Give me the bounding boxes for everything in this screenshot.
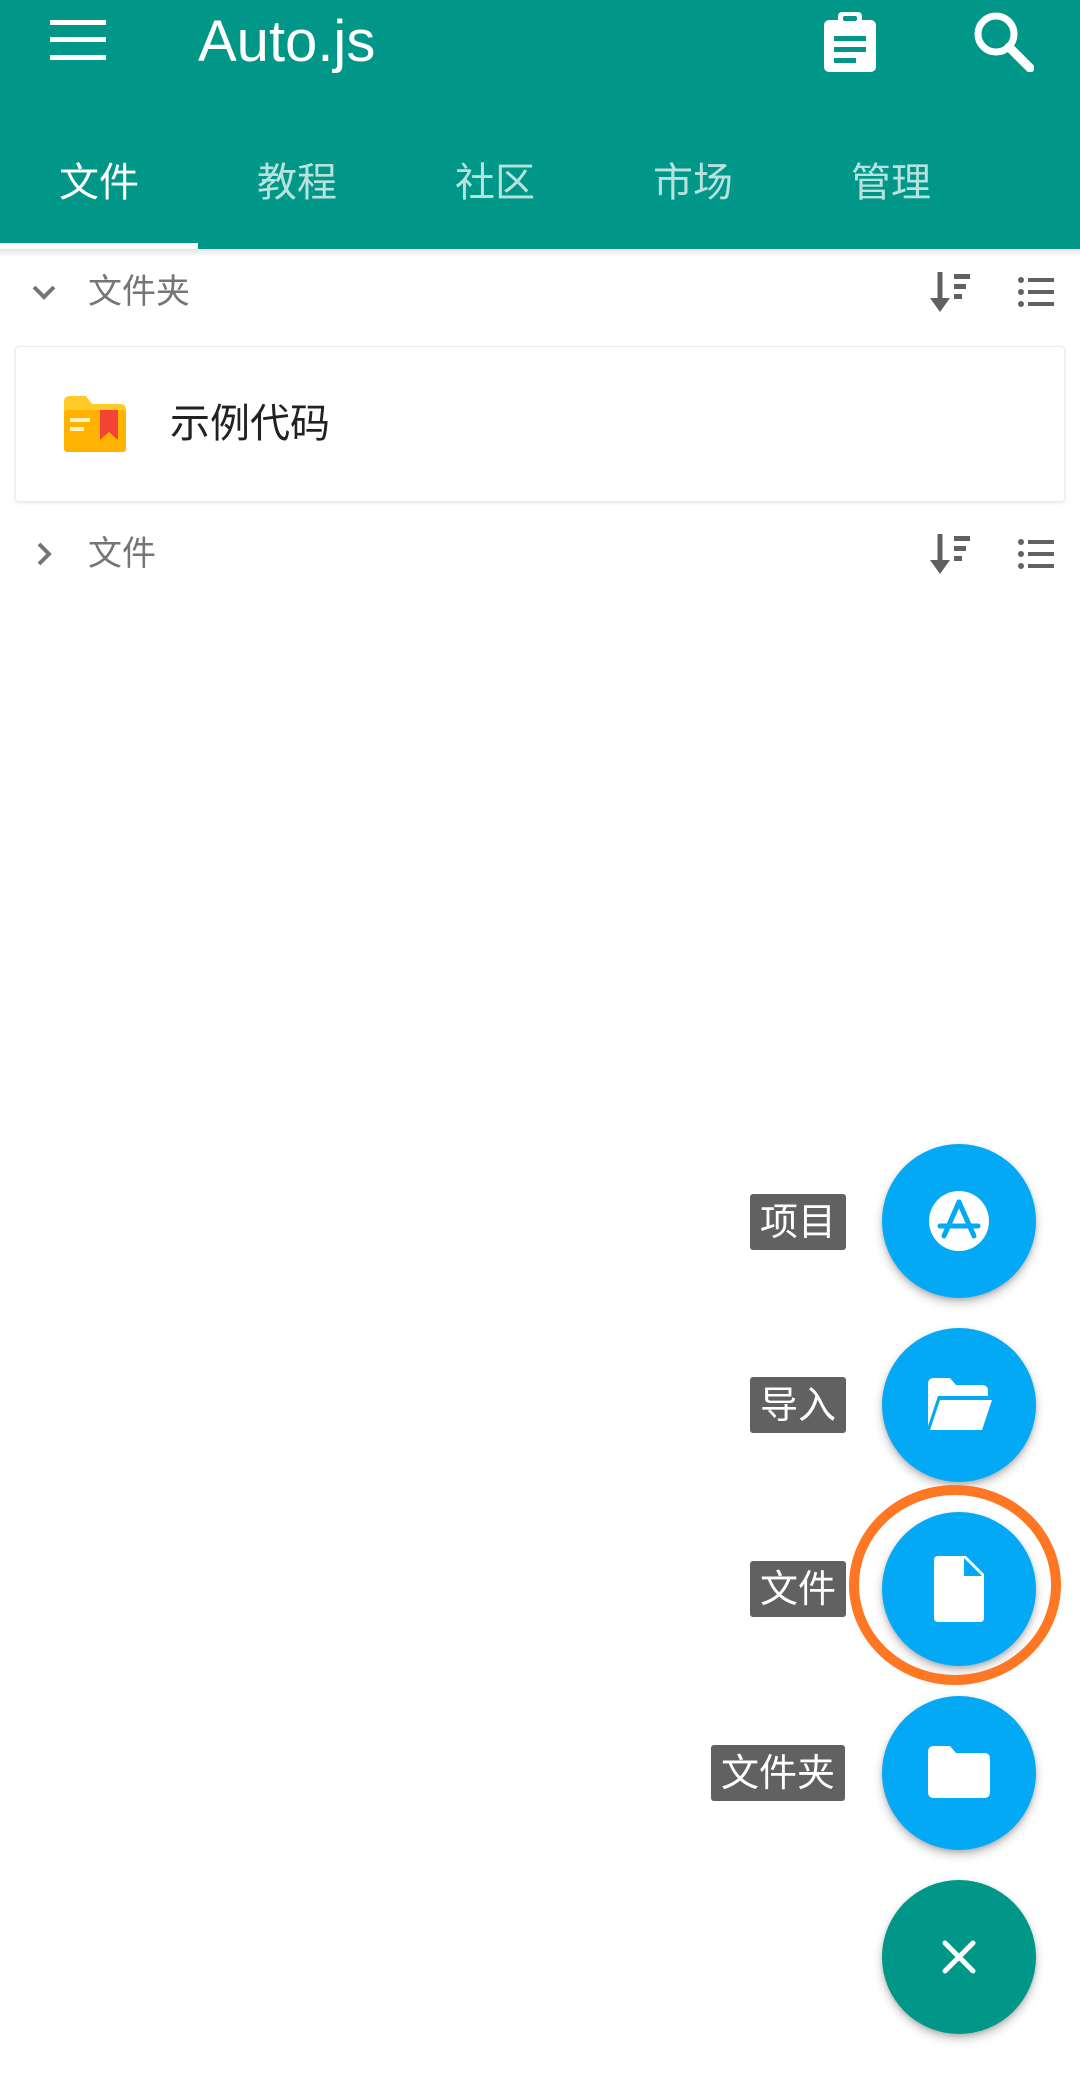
open-folder-icon [928, 1378, 992, 1430]
fab-label-folder[interactable]: 文件夹 [711, 1745, 846, 1801]
file-icon [934, 1556, 984, 1622]
sort-icon[interactable] [928, 270, 970, 314]
fab-new-folder-button[interactable] [882, 1696, 1036, 1850]
tab-market[interactable]: 市场 [594, 150, 792, 216]
sort-icon[interactable] [928, 532, 970, 576]
folder-icon [64, 396, 126, 452]
folder-name: 示例代码 [170, 401, 330, 447]
tab-community[interactable]: 社区 [396, 150, 594, 216]
tab-tutorial[interactable]: 教程 [198, 150, 396, 216]
fab-close-button[interactable] [882, 1880, 1036, 2034]
folder-icon [928, 1746, 990, 1798]
hamburger-menu-icon[interactable] [50, 20, 106, 60]
fab-label-project[interactable]: 项目 [750, 1194, 847, 1250]
clipboard-icon[interactable] [822, 12, 878, 72]
tab-files[interactable]: 文件 [0, 150, 198, 216]
files-section-header[interactable]: 文件 [0, 516, 1080, 592]
list-view-icon[interactable] [1018, 276, 1054, 308]
fab-label-file[interactable]: 文件 [750, 1561, 847, 1617]
folders-section-title: 文件夹 [88, 272, 190, 312]
app-store-icon [929, 1191, 989, 1251]
folder-list-item[interactable]: 示例代码 [15, 346, 1065, 502]
fab-label-import[interactable]: 导入 [750, 1377, 847, 1433]
files-section-title: 文件 [88, 534, 156, 574]
chevron-down-icon[interactable] [28, 276, 60, 308]
fab-new-file-button[interactable] [882, 1512, 1036, 1666]
chevron-right-icon[interactable] [28, 538, 60, 570]
tab-manage[interactable]: 管理 [792, 150, 990, 216]
search-icon[interactable] [972, 10, 1034, 72]
list-view-icon[interactable] [1018, 538, 1054, 570]
fab-import-button[interactable] [882, 1328, 1036, 1482]
close-icon [942, 1940, 976, 1974]
fab-new-project-button[interactable] [882, 1144, 1036, 1298]
app-bar: Auto.js 文件 教程 社区 市场 管理 [0, 0, 1080, 249]
app-title: Auto.js [198, 9, 376, 74]
folders-section-header[interactable]: 文件夹 [0, 254, 1080, 330]
